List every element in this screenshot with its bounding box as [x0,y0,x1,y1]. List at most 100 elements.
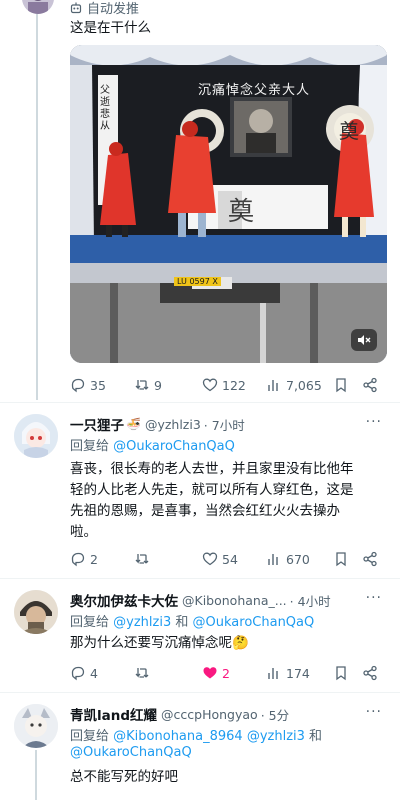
name-emoji: 🍜 [126,417,141,431]
reply-text-line: 喜丧，很长寿的老人去世，并且家里没有比他年 [70,461,354,477]
reply-text-line: 啦。 [70,524,97,540]
reply-to-mention[interactable]: @yzhlzi3 [113,615,171,630]
reply-text: 那为什么还要写沉痛悼念呢 [70,635,232,651]
reply-to-mention[interactable]: @OukaroChanQaQ [70,745,192,760]
reply-icon [71,552,85,567]
like-count: 2 [222,665,230,681]
reply-icon [71,666,85,681]
heart-icon [202,378,218,392]
share-icon [363,551,377,567]
share-button[interactable] [362,374,382,396]
retweet-button[interactable] [134,662,154,684]
reply-handle[interactable]: @Kibonohana_... [182,593,287,608]
views-button[interactable]: 174 [266,662,310,684]
reply-to-mention[interactable]: @yzhlzi3 [247,729,305,744]
heart-icon [202,552,218,566]
reply-count: 35 [90,377,106,393]
bookmark-button[interactable] [333,548,353,570]
auto-post-indicator: 自动发推 [70,0,139,17]
heart-filled-icon [203,667,217,679]
reply-button[interactable]: 2 [70,548,98,570]
altar-char: 奠 [228,197,255,227]
like-button[interactable]: 2 [202,662,230,684]
tweet-thread: 自动发推 这是在干什么 沉痛悼念父亲大人 父逝悲从 奠 奠 LU 0597 X … [0,0,400,800]
views-icon [268,380,278,391]
bookmark-button[interactable] [333,662,353,684]
reply-to-prefix: 回复给 [70,615,110,630]
views-button[interactable]: 670 [266,548,310,570]
reply-to-mention[interactable]: @OukaroChanQaQ [113,439,235,454]
thread-connector [35,750,37,800]
reply-display-name[interactable]: 奥尔加伊兹卡大佐 [70,590,178,610]
like-count: 54 [222,551,238,567]
reply-display-name[interactable]: 青凯land红耀 [70,704,157,724]
original-poster-avatar[interactable] [22,0,54,14]
bookmark-icon [336,378,346,393]
reply-count: 2 [90,551,98,567]
retweet-icon [135,668,149,678]
share-button[interactable] [362,548,382,570]
like-button[interactable]: 122 [202,374,246,396]
views-button[interactable]: 7,065 [266,374,322,396]
retweet-button[interactable]: 9 [134,374,162,396]
post-actions: 35 9 122 7,065 [70,374,388,396]
share-icon [363,377,377,393]
reply-button[interactable]: 4 [70,662,98,684]
wreath-char-left: 奠 [339,119,359,143]
reply-to-prefix: 回复给 [70,439,110,454]
reply-button[interactable]: 35 [70,374,106,396]
reply-text-line: 轻的人比老人先走，就可以所有人穿红色，这是 [70,482,354,498]
views-count: 670 [286,551,310,567]
reply-handle[interactable]: @cccpHongyao [161,707,258,722]
reply-to-and: 和 [175,615,189,630]
reply-actions: 4 2 174 [70,662,388,684]
reply-timestamp[interactable]: · 7小时 [204,415,245,434]
reply-text: 总不能写死的好吧 [70,769,178,785]
bookmark-icon [336,666,346,681]
mute-button[interactable] [351,329,377,351]
post-text: 这是在干什么 [70,20,151,36]
reply-display-name[interactable]: 一只狸子 [70,414,124,434]
reply-to-mention[interactable]: @Kibonohana_8964 [113,729,243,744]
reply-count: 4 [90,665,98,681]
share-button[interactable] [362,662,382,684]
retweet-count: 9 [154,377,162,393]
divider [0,402,400,403]
post-video[interactable]: 沉痛悼念父亲大人 父逝悲从 奠 奠 LU 0597 X [70,45,387,363]
divider [0,692,400,693]
reply-icon [71,378,85,393]
bookmark-button[interactable] [333,374,353,396]
reply-to-prefix: 回复给 [70,729,110,744]
thread-connector [36,0,38,400]
reply-to-and: 和 [309,729,323,744]
reply-timestamp[interactable]: · 5分 [261,705,289,724]
views-icon [268,554,278,565]
divider [0,578,400,579]
more-options-button[interactable]: ··· [366,704,382,720]
reply-handle[interactable]: @yzhlzi3 [145,417,201,432]
bot-icon [70,2,82,14]
reply-actions: 2 54 670 [70,548,388,570]
truck-plate: LU 0597 X [174,277,221,286]
like-button[interactable]: 54 [202,548,238,570]
reply-avatar[interactable] [14,704,58,748]
bookmark-icon [336,552,346,567]
retweet-icon [135,554,149,564]
auto-post-label: 自动发推 [87,2,140,17]
retweet-icon [135,380,149,390]
reply-avatar[interactable] [14,590,58,634]
retweet-button[interactable] [134,548,154,570]
more-options-button[interactable]: ··· [366,414,382,430]
thinking-emoji: 🤔 [232,635,249,651]
views-count: 174 [286,665,310,681]
like-count: 122 [222,377,246,393]
reply-to-mention[interactable]: @OukaroChanQaQ [193,615,315,630]
views-icon [268,668,278,679]
reply-text-line: 先祖的恩赐，是喜事，当然会红红火火去操办 [70,503,340,519]
more-options-button[interactable]: ··· [366,590,382,606]
banner-text: 沉痛悼念父亲大人 [198,83,311,98]
reply-avatar[interactable] [14,414,58,458]
views-count: 7,065 [286,377,322,393]
reply-timestamp[interactable]: · 4小时 [290,591,331,610]
share-icon [363,665,377,681]
